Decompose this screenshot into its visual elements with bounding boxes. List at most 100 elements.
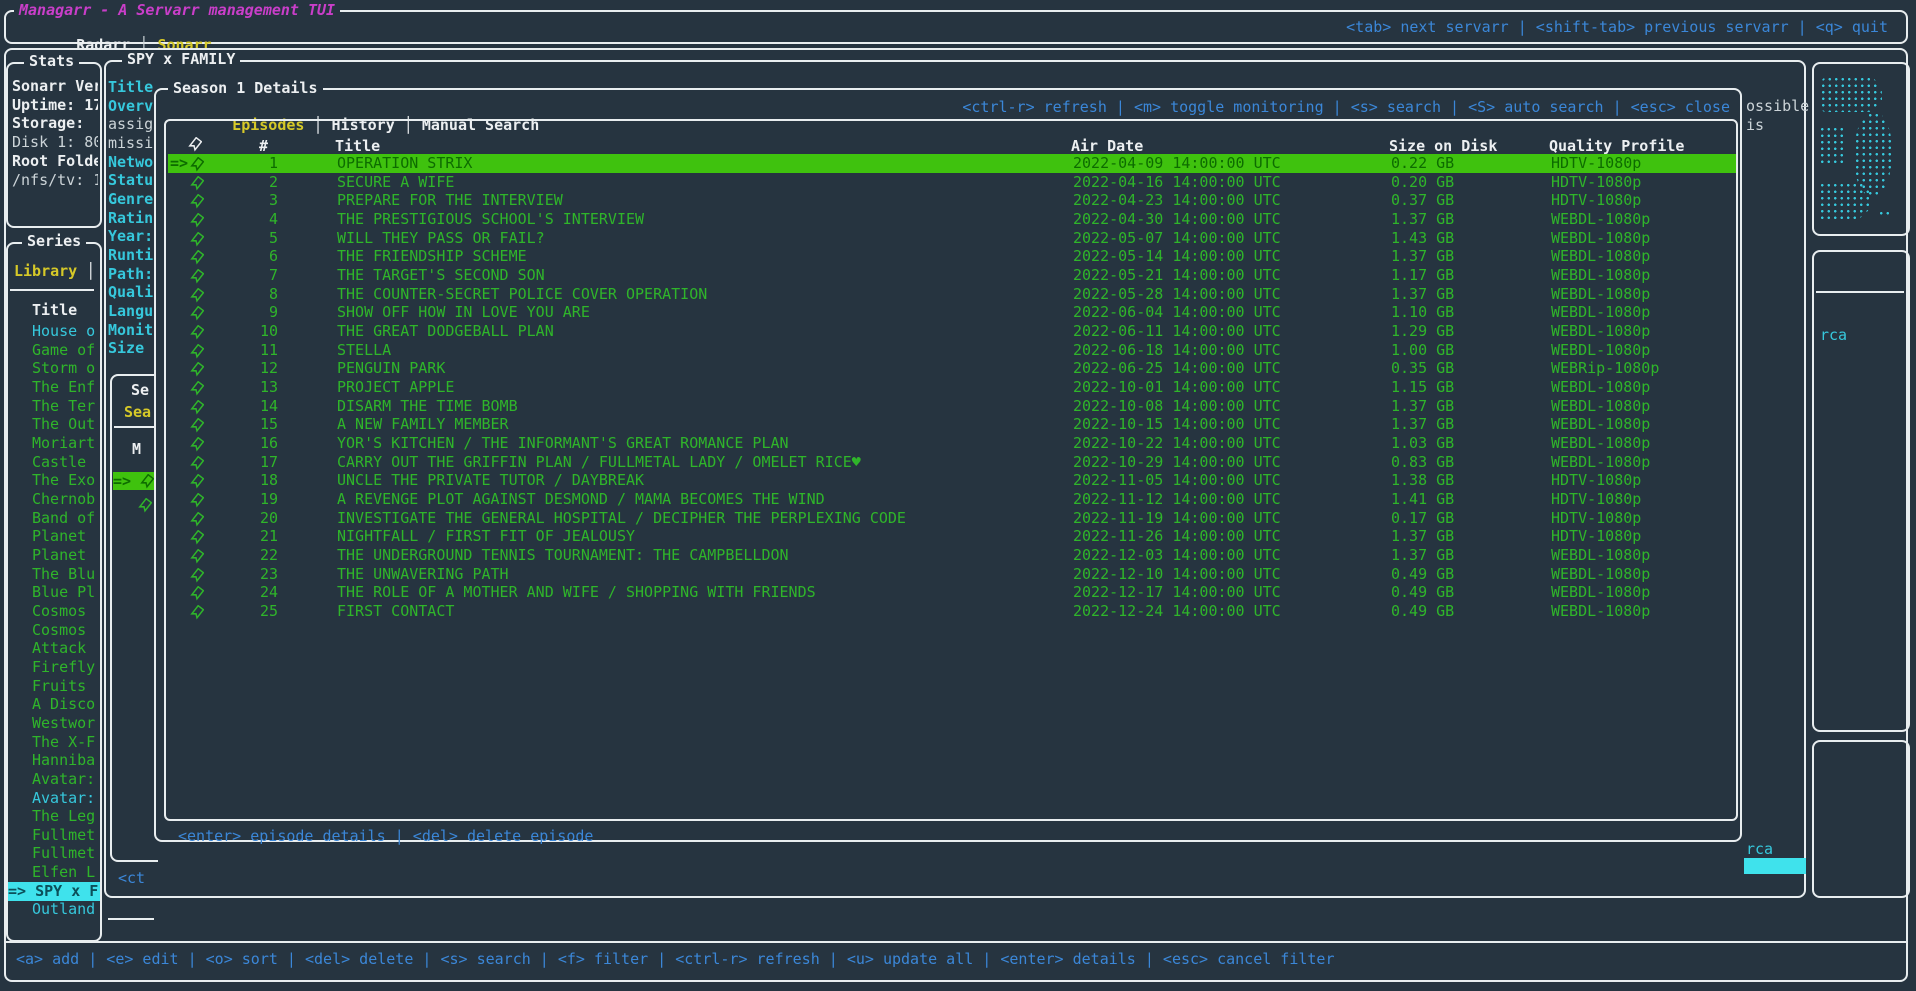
episode-quality: WEBDL-1080p — [1551, 602, 1650, 621]
series-list-item[interactable]: Band of — [8, 509, 100, 528]
series-list-item[interactable]: The Ter — [8, 397, 100, 416]
tab-library[interactable]: Library │ — [14, 262, 95, 280]
series-list-item[interactable]: Storm o — [8, 359, 100, 378]
episode-row[interactable]: 15A NEW FAMILY MEMBER2022-10-15 14:00:00… — [168, 415, 1736, 434]
episode-quality: WEBDL-1080p — [1551, 434, 1650, 453]
series-list-item[interactable]: The Exo — [8, 471, 100, 490]
series-list-item[interactable]: Fruits — [8, 677, 100, 696]
episode-air-date: 2022-12-24 14:00:00 UTC — [1073, 602, 1281, 621]
episode-row[interactable]: 17CARRY OUT THE GRIFFIN PLAN / FULLMETAL… — [168, 453, 1736, 472]
episode-row[interactable]: 13PROJECT APPLE2022-10-01 14:00:00 UTC1.… — [168, 378, 1736, 397]
series-list-item[interactable]: Avatar: — [8, 789, 100, 808]
episode-row[interactable]: =>1OPERATION STRIX2022-04-09 14:00:00 UT… — [168, 154, 1736, 173]
details-field-label: Netwo — [108, 153, 156, 171]
episode-row[interactable]: 7THE TARGET'S SECOND SON2022-05-21 14:00… — [168, 266, 1736, 285]
episode-quality: WEBDL-1080p — [1551, 341, 1650, 360]
episode-row[interactable]: 16YOR'S KITCHEN / THE INFORMANT'S GREAT … — [168, 434, 1736, 453]
series-list-item[interactable]: Blue Pl — [8, 583, 100, 602]
episode-row[interactable]: 25FIRST CONTACT2022-12-24 14:00:00 UTC0.… — [168, 602, 1736, 621]
episode-title: THE PRESTIGIOUS SCHOOL'S INTERVIEW — [337, 210, 644, 229]
series-list-item[interactable]: Fullmet — [8, 826, 100, 845]
series-list-item[interactable]: => SPY x F — [8, 882, 100, 901]
episode-air-date: 2022-11-05 14:00:00 UTC — [1073, 471, 1281, 490]
overview-text-fragment: ossible — [1746, 97, 1809, 115]
series-tab-separator — [10, 289, 94, 291]
series-list-item[interactable]: The Enf — [8, 378, 100, 397]
episode-row[interactable]: 10THE GREAT DODGEBALL PLAN2022-06-11 14:… — [168, 322, 1736, 341]
tag-icon — [190, 435, 204, 454]
series-list-item[interactable]: Fullmet — [8, 844, 100, 863]
episode-air-date: 2022-10-22 14:00:00 UTC — [1073, 434, 1281, 453]
episode-row[interactable]: 22THE UNDERGROUND TENNIS TOURNAMENT: THE… — [168, 546, 1736, 565]
series-list-item[interactable]: Westwor — [8, 714, 100, 733]
episode-row[interactable]: 19A REVENGE PLOT AGAINST DESMOND / MAMA … — [168, 490, 1736, 509]
episode-row[interactable]: 14DISARM THE TIME BOMB2022-10-08 14:00:0… — [168, 397, 1736, 416]
episode-row[interactable]: 12PENGUIN PARK2022-06-25 14:00:00 UTC0.3… — [168, 359, 1736, 378]
series-list-item[interactable]: Chernob — [8, 490, 100, 509]
episode-title: A NEW FAMILY MEMBER — [337, 415, 509, 434]
episode-title: THE TARGET'S SECOND SON — [337, 266, 545, 285]
episode-row[interactable]: 3PREPARE FOR THE INTERVIEW2022-04-23 14:… — [168, 191, 1736, 210]
stats-line: Storage: — [12, 114, 98, 132]
tag-icon — [140, 472, 154, 490]
series-list-item[interactable]: House o — [8, 322, 100, 341]
series-list-item[interactable]: The Out — [8, 415, 100, 434]
episode-row[interactable]: 4THE PRESTIGIOUS SCHOOL'S INTERVIEW2022-… — [168, 210, 1736, 229]
series-list-item[interactable]: Cosmos — [8, 602, 100, 621]
season-details-popup: Season 1 Details Episodes │ History │ Ma… — [154, 88, 1742, 842]
episode-row[interactable]: 24THE ROLE OF A MOTHER AND WIFE / SHOPPI… — [168, 583, 1736, 602]
details-field-label: Ratin — [108, 209, 156, 227]
series-list-item[interactable]: Avatar: — [8, 770, 100, 789]
series-list-item[interactable]: Planet — [8, 527, 100, 546]
episode-row[interactable]: 5WILL THEY PASS OR FAIL?2022-05-07 14:00… — [168, 229, 1736, 248]
series-list-item[interactable]: The Blu — [8, 565, 100, 584]
episode-row[interactable]: 8THE COUNTER-SECRET POLICE COVER OPERATI… — [168, 285, 1736, 304]
series-list-item[interactable]: Moriart — [8, 434, 100, 453]
details-field-label: Size — [108, 339, 156, 357]
episode-row[interactable]: 18UNCLE THE PRIVATE TUTOR / DAYBREAK2022… — [168, 471, 1736, 490]
episode-row[interactable]: 9SHOW OFF HOW IN LOVE YOU ARE2022-06-04 … — [168, 303, 1736, 322]
episode-row[interactable]: 6THE FRIENDSHIP SCHEME2022-05-14 14:00:0… — [168, 247, 1736, 266]
series-list-item[interactable]: Attack — [8, 639, 100, 658]
episode-number: 2 — [246, 173, 278, 192]
series-list-item[interactable]: Game of — [8, 341, 100, 360]
series-list-item[interactable]: Elfen L — [8, 863, 100, 882]
episode-number: 6 — [246, 247, 278, 266]
episode-quality: HDTV-1080p — [1551, 509, 1641, 528]
episode-number: 21 — [246, 527, 278, 546]
tag-icon — [138, 496, 152, 514]
episode-row[interactable]: 2SECURE A WIFE2022-04-16 14:00:00 UTC0.2… — [168, 173, 1736, 192]
series-list-item[interactable]: The Leg — [8, 807, 100, 826]
series-list-item[interactable]: Firefly — [8, 658, 100, 677]
episode-title: SHOW OFF HOW IN LOVE YOU ARE — [337, 303, 590, 322]
tag-icon — [190, 360, 204, 379]
details-field-label: Genre — [108, 190, 156, 208]
series-list-item[interactable]: The X-F — [8, 733, 100, 752]
episode-row[interactable]: 23THE UNWAVERING PATH2022-12-10 14:00:00… — [168, 565, 1736, 584]
episode-row[interactable]: 20INVESTIGATE THE GENERAL HOSPITAL / DEC… — [168, 509, 1736, 528]
details-field-label: Langu — [108, 302, 156, 320]
tag-icon — [190, 248, 204, 267]
series-list-item[interactable]: Castle — [8, 453, 100, 472]
episode-quality: WEBDL-1080p — [1551, 583, 1650, 602]
series-list-item[interactable]: Planet — [8, 546, 100, 565]
details-field-label: assig — [108, 115, 156, 133]
episode-size: 0.49 GB — [1391, 602, 1454, 621]
episode-size: 1.37 GB — [1391, 397, 1454, 416]
seasons-row-fragment[interactable] — [138, 496, 152, 514]
series-list-item[interactable]: Cosmos — [8, 621, 100, 640]
episode-row[interactable]: 11STELLA2022-06-18 14:00:00 UTC1.00 GBWE… — [168, 341, 1736, 360]
series-panel-title: Series — [22, 232, 86, 250]
seasons-selected-row-fragment[interactable]: => — [113, 472, 156, 490]
cyan-selection-fragment — [1744, 858, 1806, 874]
episode-air-date: 2022-12-17 14:00:00 UTC — [1073, 583, 1281, 602]
tag-icon — [190, 491, 204, 510]
series-list-item[interactable]: Hanniba — [8, 751, 100, 770]
series-list-item[interactable]: A Disco — [8, 695, 100, 714]
series-list-item[interactable]: Outland — [8, 900, 100, 919]
episode-quality: WEBDL-1080p — [1551, 453, 1650, 472]
episode-number: 5 — [246, 229, 278, 248]
episode-quality: WEBDL-1080p — [1551, 266, 1650, 285]
episode-row[interactable]: 21NIGHTFALL / FIRST FIT OF JEALOUSY2022-… — [168, 527, 1736, 546]
episode-title: DISARM THE TIME BOMB — [337, 397, 518, 416]
